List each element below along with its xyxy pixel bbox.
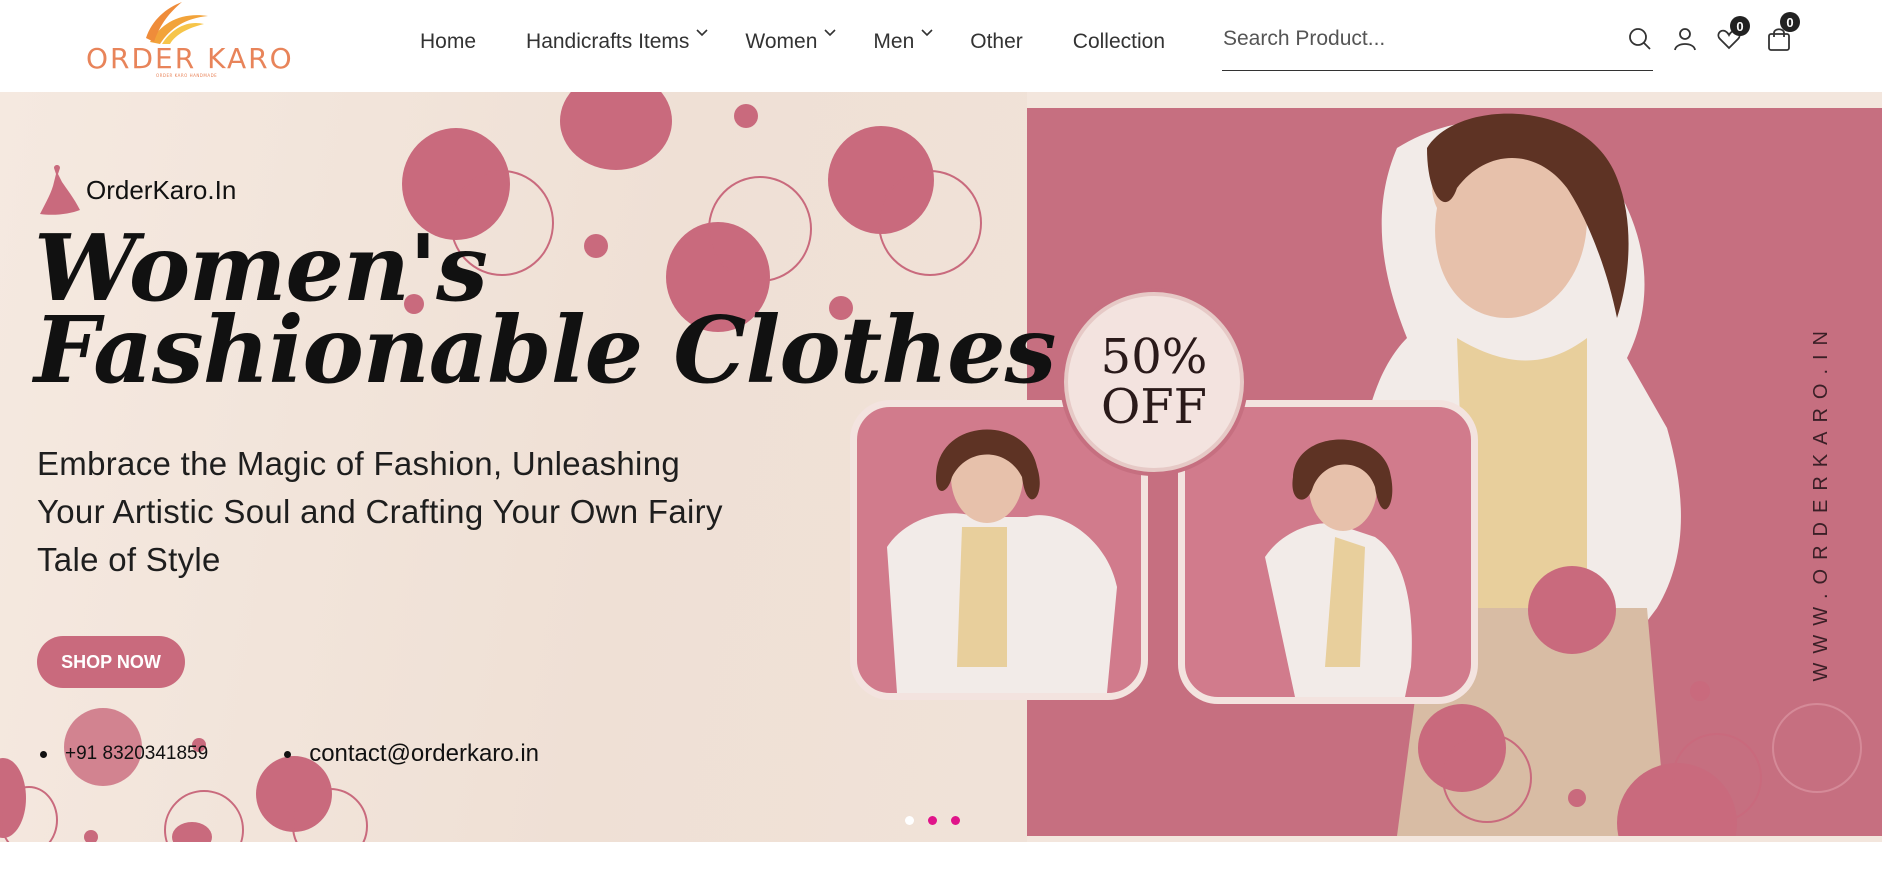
product-photo-2 [1178,400,1478,704]
website-vertical-text: WWW.ORDERKARO.IN [1810,322,1832,682]
discount-percent: 50% [1100,329,1208,385]
email-text: contact@orderkaro.in [309,740,539,767]
logo-tagline: ORDER KARO HANDMADE [156,73,218,78]
pager-dot-3[interactable] [951,816,960,825]
slider-pagination [905,816,974,825]
nav-collection-label: Collection [1072,30,1166,53]
nav-handicrafts[interactable]: Handicrafts Items [526,29,709,54]
phone-text: +91 8320341859 [65,743,209,764]
nav-home[interactable]: Home [420,30,476,54]
chevron-down-icon [921,29,933,37]
bullet [284,750,292,758]
wishlist-button[interactable]: 0 [1716,16,1750,52]
wishlist-count-badge: 0 [1730,16,1750,36]
search-input[interactable] [1223,24,1613,54]
pager-dot-1[interactable] [905,816,914,825]
search-bar [1222,18,1653,71]
flame-logo-icon [146,2,208,44]
headline-line-2: Fashionable Clothes [34,296,1056,404]
cart-count-badge: 0 [1780,12,1800,32]
nav-handicrafts-label: Handicrafts Items [526,30,690,53]
nav-men[interactable]: Men [873,29,934,54]
decor-dot [84,830,98,842]
nav-men-label: Men [873,30,915,53]
contact-list: +91 8320341859 contact@orderkaro.in [40,740,539,768]
nav-other[interactable]: Other [970,30,1023,54]
contact-phone[interactable]: +91 8320341859 [40,743,208,765]
nav-collection[interactable]: Collection [1073,30,1165,54]
hero-banner: 50% OFF OrderKaro.In Women's Fashionable… [0,92,1882,842]
chevron-down-icon [824,29,836,37]
nav-women-label: Women [745,30,818,53]
pager-dot-2[interactable] [928,816,937,825]
site-header: ORDER KARO ORDER KARO HANDMADE Home Hand… [0,0,1882,92]
main-nav: Home Handicrafts Items Women Men Other C… [420,29,1215,54]
bullet [40,750,47,758]
nav-other-label: Other [970,30,1023,53]
hero-headline: Women's Fashionable Clothes [34,222,1056,404]
nav-home-label: Home [420,30,477,53]
hero-brand: OrderKaro.In [40,164,236,216]
decor-dot [734,104,758,128]
user-icon[interactable] [1672,26,1698,52]
logo-text: ORDER KARO [86,42,294,75]
discount-badge: 50% OFF [1068,296,1240,468]
shop-now-button[interactable]: SHOP NOW [37,636,185,688]
chevron-down-icon [696,29,708,37]
dress-icon [40,165,80,215]
site-logo[interactable]: ORDER KARO ORDER KARO HANDMADE [82,2,292,82]
cart-button[interactable]: 0 [1766,12,1800,52]
contact-email[interactable]: contact@orderkaro.in [284,740,539,768]
discount-off: OFF [1101,379,1207,435]
model-photo-small [887,429,1117,693]
model-photo-small [1265,439,1412,697]
hero-brand-text: OrderKaro.In [86,174,237,205]
hero-subtitle: Embrace the Magic of Fashion, Unleashing… [37,445,723,578]
nav-women[interactable]: Women [745,29,837,54]
search-icon[interactable] [1627,26,1653,52]
